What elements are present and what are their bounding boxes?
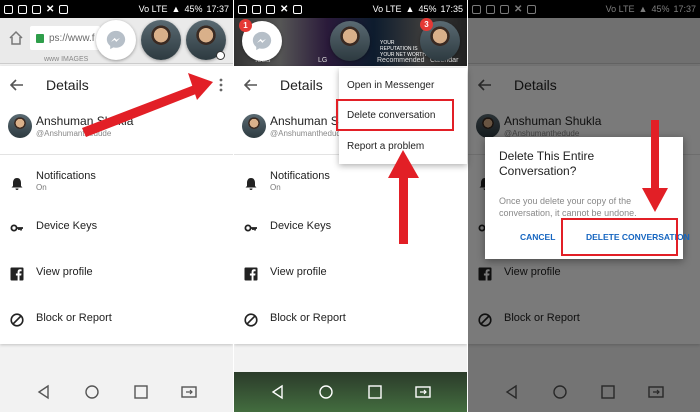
arrow-head	[388, 150, 419, 178]
tutorial-collage: ✕ Vo LTE ▲ 45% 17:37 ps://www.f www IMAG…	[0, 0, 700, 412]
annotation-arrow-up	[388, 150, 419, 244]
arrow-shaft	[399, 176, 408, 244]
